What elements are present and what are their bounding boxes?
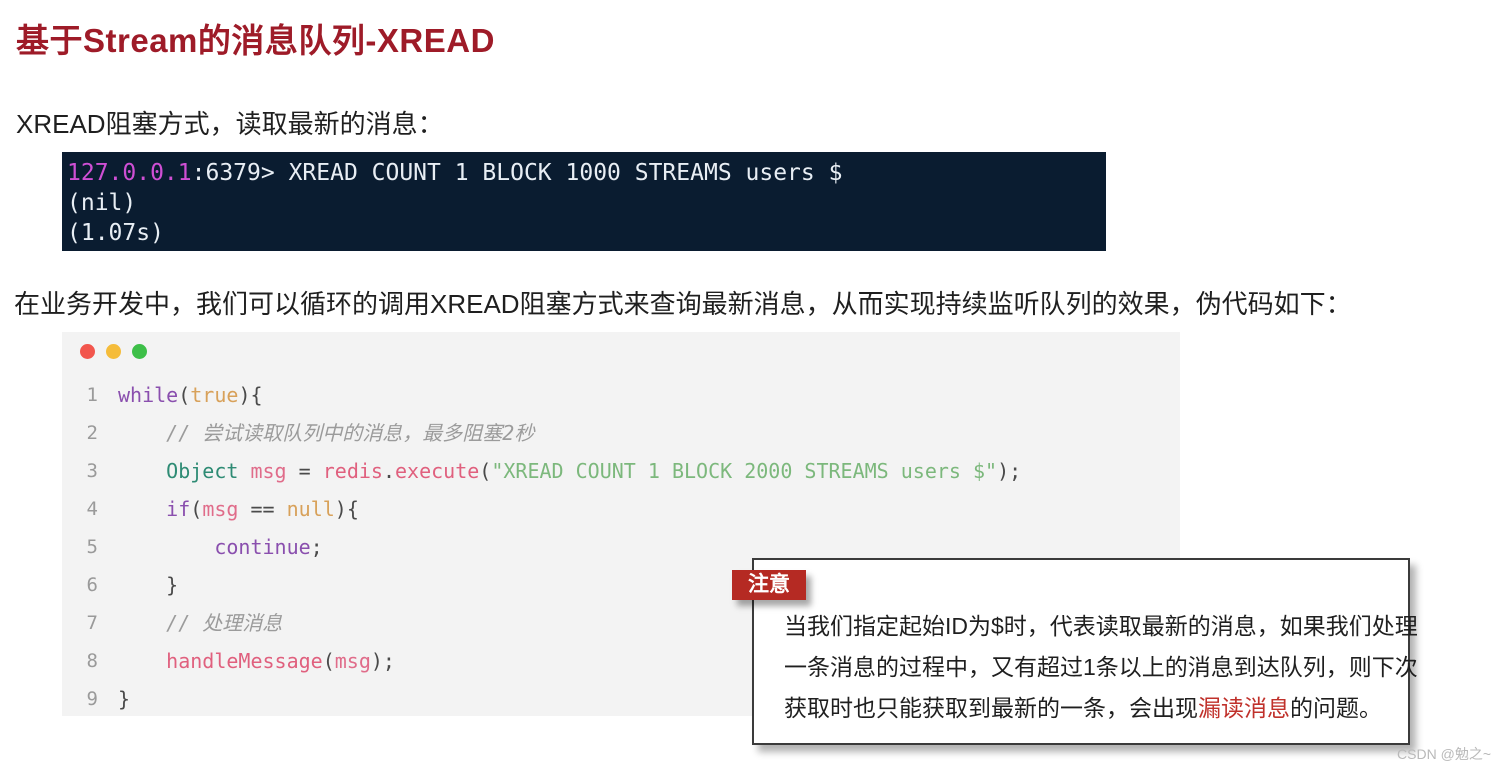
minimize-dot-icon[interactable] <box>106 344 121 359</box>
note-callout-text: 当我们指定起始ID为$时，代表读取最新的消息，如果我们处理 一条消息的过程中，又… <box>784 606 1418 729</box>
line-number: 8 <box>86 650 98 672</box>
body-paragraph: 在业务开发中，我们可以循环的调用XREAD阻塞方式来查询最新消息，从而实现持续监… <box>14 289 1352 319</box>
code-line: 4 if(msg == null){ <box>62 490 1180 528</box>
terminal-output-time: (1.07s) <box>67 220 164 246</box>
code-content: handleMessage(msg); <box>166 649 395 673</box>
line-number: 6 <box>86 574 98 596</box>
page-title: 基于Stream的消息队列-XREAD <box>16 22 495 59</box>
line-number: 1 <box>86 384 98 406</box>
maximize-dot-icon[interactable] <box>132 344 147 359</box>
code-content: // 处理消息 <box>118 611 283 635</box>
line-number: 5 <box>86 536 98 558</box>
terminal-output-nil: (nil) <box>67 190 137 216</box>
code-content: // 尝试读取队列中的消息，最多阻塞2秒 <box>118 421 535 445</box>
window-controls <box>80 344 147 359</box>
code-content: } <box>118 687 131 711</box>
terminal-block: 127.0.0.1:6379> XREAD COUNT 1 BLOCK 1000… <box>62 152 1106 251</box>
note-badge: 注意 <box>732 570 806 600</box>
line-number: 9 <box>86 688 98 710</box>
close-dot-icon[interactable] <box>80 344 95 359</box>
note-callout-box: 当我们指定起始ID为$时，代表读取最新的消息，如果我们处理 一条消息的过程中，又… <box>752 558 1418 745</box>
code-line: 3 Object msg = redis.execute("XREAD COUN… <box>62 452 1180 490</box>
watermark: CSDN @勉之~ <box>1397 746 1491 762</box>
note-highlight: 漏读消息 <box>1198 695 1290 721</box>
code-line: 2 // 尝试读取队列中的消息，最多阻塞2秒 <box>62 414 1180 452</box>
note-line-3-pre: 获取时也只能获取到最新的一条，会出现 <box>784 695 1198 721</box>
line-number: 4 <box>86 498 98 520</box>
terminal-prompt-ip: 127.0.0.1 <box>67 160 192 186</box>
line-number: 3 <box>86 460 98 482</box>
code-line: 1 while(true){ <box>62 376 1180 414</box>
note-line-3: 获取时也只能获取到最新的一条，会出现漏读消息的问题。 <box>784 688 1394 729</box>
code-content: if(msg == null){ <box>166 497 359 521</box>
note-line-3-post: 的问题。 <box>1290 695 1382 721</box>
code-content: continue; <box>214 535 323 559</box>
code-content: while(true){ <box>118 383 263 407</box>
code-content: } <box>118 573 179 597</box>
line-number: 2 <box>86 422 98 444</box>
intro-text: XREAD阻塞方式，读取最新的消息： <box>16 109 444 139</box>
terminal-prompt-port: :6379> <box>191 160 289 186</box>
terminal-command: XREAD COUNT 1 BLOCK 1000 STREAMS users $ <box>288 160 843 186</box>
code-content: Object msg = redis.execute("XREAD COUNT … <box>166 459 1022 483</box>
terminal-command-line: 127.0.0.1:6379> XREAD COUNT 1 BLOCK 1000… <box>62 158 1106 188</box>
line-number: 7 <box>86 612 98 634</box>
note-line-2: 一条消息的过程中，又有超过1条以上的消息到达队列，则下次 <box>784 654 1418 680</box>
note-line-1: 当我们指定起始ID为$时，代表读取最新的消息，如果我们处理 <box>784 613 1418 639</box>
